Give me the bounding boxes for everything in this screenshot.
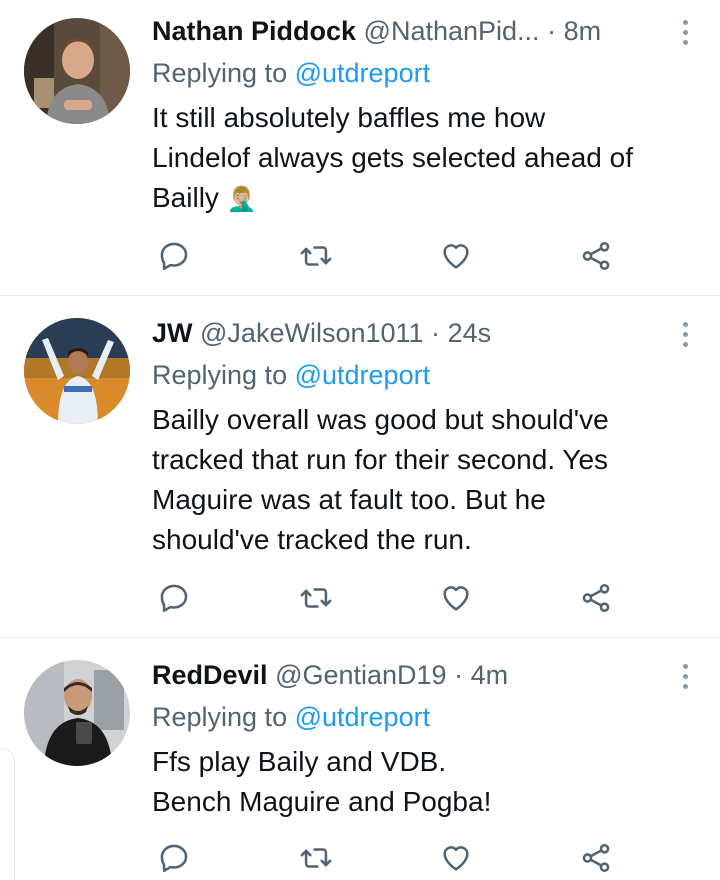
retweet-icon	[300, 848, 332, 868]
tweet[interactable]: Nathan Piddock @NathanPid... · 8m Replyi…	[0, 0, 720, 296]
replying-prefix: Replying to	[152, 58, 288, 88]
share-button[interactable]	[576, 838, 616, 878]
tweet-text-line: Lindelof always gets selected ahead of	[152, 142, 633, 173]
like-button[interactable]	[436, 578, 476, 618]
tweet-text-line: Bench Maguire and Pogba!	[152, 786, 492, 817]
tweet-text-line: should've tracked the run.	[152, 524, 472, 555]
tweet-text: Bailly overall was good but should've tr…	[152, 400, 692, 560]
tweet-text-line: It still absolutely baffles me how	[152, 102, 546, 133]
replying-prefix: Replying to	[152, 360, 288, 390]
avatar[interactable]	[24, 18, 130, 124]
user-handle[interactable]: @GentianD19	[275, 660, 447, 690]
tweet-header: RedDevil @GentianD19 · 4m	[152, 658, 664, 692]
tweet-text: Ffs play Baily and VDB. Bench Maguire an…	[152, 742, 692, 822]
tweet-actions	[152, 236, 622, 276]
tweet-actions	[152, 578, 622, 618]
display-name[interactable]: JW	[152, 318, 193, 348]
replying-to: Replying to @utdreport	[152, 56, 430, 90]
reply-icon	[160, 584, 188, 613]
replying-to: Replying to @utdreport	[152, 700, 430, 734]
share-icon	[582, 583, 610, 613]
reply-button[interactable]	[154, 236, 194, 276]
timestamp[interactable]: 8m	[564, 16, 602, 46]
tweet-text: It still absolutely baffles me how Linde…	[152, 98, 692, 220]
user-handle[interactable]: @JakeWilson1011	[200, 318, 424, 348]
reply-icon	[160, 844, 188, 873]
retweet-button[interactable]	[296, 838, 336, 878]
heart-icon	[443, 244, 469, 269]
user-handle[interactable]: @NathanPid...	[364, 16, 540, 46]
retweet-icon	[300, 588, 332, 608]
tweet-header: Nathan Piddock @NathanPid... · 8m	[152, 14, 664, 48]
share-icon	[582, 843, 610, 873]
more-icon	[682, 20, 688, 25]
separator-dot: ·	[431, 318, 441, 348]
replying-prefix: Replying to	[152, 702, 288, 732]
replying-to-link[interactable]: @utdreport	[295, 58, 430, 88]
reply-icon	[160, 242, 188, 271]
like-button[interactable]	[436, 236, 476, 276]
timestamp[interactable]: 4m	[471, 660, 509, 690]
heart-icon	[443, 586, 469, 611]
facepalm-emoji: 🤦🏼‍♂️	[226, 186, 257, 213]
heart-icon	[443, 846, 469, 871]
share-button[interactable]	[576, 578, 616, 618]
tweet-actions	[152, 838, 622, 878]
like-button[interactable]	[436, 838, 476, 878]
avatar[interactable]	[24, 660, 130, 766]
avatar[interactable]	[24, 318, 130, 424]
reply-button[interactable]	[154, 838, 194, 878]
share-button[interactable]	[576, 236, 616, 276]
more-options-button[interactable]	[680, 664, 690, 689]
separator-dot: ·	[454, 660, 464, 690]
replying-to: Replying to @utdreport	[152, 358, 430, 392]
display-name[interactable]: Nathan Piddock	[152, 16, 356, 46]
display-name[interactable]: RedDevil	[152, 660, 268, 690]
tweet-text-line: Ffs play Baily and VDB.	[152, 746, 447, 777]
tweet[interactable]: JW @JakeWilson1011 · 24s Replying to @ut…	[0, 296, 720, 638]
reply-button[interactable]	[154, 578, 194, 618]
retweet-button[interactable]	[296, 236, 336, 276]
more-icon	[682, 322, 688, 327]
tweet[interactable]: RedDevil @GentianD19 · 4m Replying to @u…	[0, 638, 720, 880]
retweet-button[interactable]	[296, 578, 336, 618]
tweet-text-line: Maguire was at fault too. But he	[152, 484, 546, 515]
replying-to-link[interactable]: @utdreport	[295, 702, 430, 732]
more-icon	[682, 664, 688, 669]
more-options-button[interactable]	[680, 322, 690, 347]
tweet-text-line: tracked that run for their second. Yes	[152, 444, 609, 475]
share-icon	[582, 241, 610, 271]
more-options-button[interactable]	[680, 20, 690, 45]
tweet-text-line: Bailly 🤦🏼‍♂️	[152, 182, 257, 213]
tweet-text-line: Bailly overall was good but should've	[152, 404, 609, 435]
floating-panel-edge	[0, 748, 15, 879]
timestamp[interactable]: 24s	[448, 318, 492, 348]
separator-dot: ·	[547, 16, 557, 46]
replying-to-link[interactable]: @utdreport	[295, 360, 430, 390]
retweet-icon	[300, 246, 332, 266]
tweet-header: JW @JakeWilson1011 · 24s	[152, 316, 664, 350]
